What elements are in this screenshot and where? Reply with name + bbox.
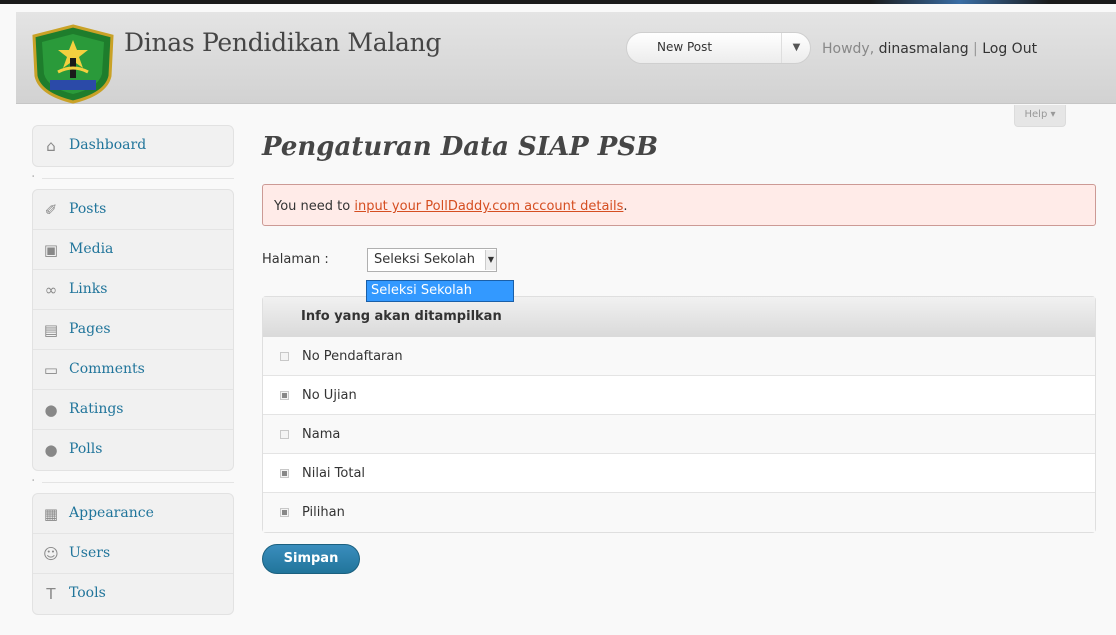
- row-label: No Ujian: [302, 388, 357, 403]
- new-post-button[interactable]: New Post: [657, 40, 712, 54]
- menu-separator[interactable]: [31, 471, 234, 493]
- checkbox-nilai-total[interactable]: [280, 469, 289, 478]
- sidebar-item-links[interactable]: ∞ Links: [33, 270, 233, 310]
- checkbox-no-ujian[interactable]: [280, 391, 289, 400]
- checkbox-pilihan[interactable]: [280, 508, 289, 517]
- row-label: Nama: [302, 427, 341, 442]
- row-label: Pilihan: [302, 505, 345, 520]
- sidebar-item-label: Users: [69, 545, 111, 561]
- comment-icon: ▭: [43, 361, 59, 379]
- polldaddy-notice: You need to input your PollDaddy.com acc…: [262, 184, 1096, 226]
- pushpin-icon: ✐: [44, 201, 58, 219]
- table-row: Nama: [263, 415, 1095, 454]
- halaman-dropdown-option[interactable]: Seleksi Sekolah: [366, 280, 514, 302]
- sidebar-item-posts[interactable]: ✐ Posts: [33, 190, 233, 230]
- chevron-down-icon[interactable]: ▼: [485, 250, 496, 270]
- user-info: Howdy, dinasmalang | Log Out: [822, 41, 1037, 57]
- sidebar-item-label: Dashboard: [69, 137, 147, 153]
- halaman-label: Halaman :: [262, 252, 329, 267]
- circle-icon: ●: [44, 441, 58, 459]
- info-table: Info yang akan ditampilkan No Pendaftara…: [262, 296, 1096, 533]
- pages-icon: ▤: [43, 321, 59, 339]
- sidebar-item-label: Posts: [69, 201, 107, 217]
- table-row: No Pendaftaran: [263, 337, 1095, 376]
- howdy-text: Howdy,: [822, 41, 875, 57]
- sidebar-item-label: Polls: [69, 441, 103, 457]
- top-border: [0, 0, 1116, 10]
- username-link[interactable]: dinasmalang: [879, 41, 969, 57]
- menu-separator[interactable]: [31, 167, 234, 189]
- page-title: Pengaturan Data SIAP PSB: [262, 132, 659, 162]
- simpan-button[interactable]: Simpan: [262, 544, 360, 574]
- sidebar-item-label: Pages: [69, 321, 111, 337]
- home-icon: ⌂: [46, 137, 56, 155]
- appearance-icon: ▦: [43, 505, 59, 523]
- favorite-actions-dropdown[interactable]: New Post ▼: [626, 32, 811, 64]
- row-label: No Pendaftaran: [302, 349, 403, 364]
- sidebar-item-dashboard[interactable]: ⌂ Dashboard: [33, 126, 233, 166]
- sidebar-item-tools[interactable]: T Tools: [33, 574, 233, 614]
- tools-icon: T: [46, 585, 56, 603]
- row-label: Nilai Total: [302, 466, 366, 481]
- polldaddy-account-link[interactable]: input your PollDaddy.com account details: [354, 199, 623, 214]
- sidebar-item-polls[interactable]: ● Polls: [33, 430, 233, 470]
- sidebar-item-label: Media: [69, 241, 114, 257]
- table-header: Info yang akan ditampilkan: [263, 297, 1095, 337]
- halaman-select-value: Seleksi Sekolah: [374, 252, 475, 267]
- notice-text-after: .: [623, 199, 628, 214]
- sidebar-item-label: Appearance: [69, 505, 154, 521]
- checkbox-no-pendaftaran[interactable]: [280, 352, 289, 361]
- notice-text-before: You need to: [274, 199, 355, 214]
- sidebar-item-appearance[interactable]: ▦ Appearance: [33, 494, 233, 534]
- table-header-label: Info yang akan ditampilkan: [301, 309, 502, 324]
- table-row: Pilihan: [263, 493, 1095, 532]
- menu-group-settings: ▦ Appearance ☺ Users T Tools: [32, 493, 234, 615]
- circle-icon: ●: [44, 401, 58, 419]
- user-info-separator: |: [973, 41, 978, 57]
- link-icon: ∞: [44, 281, 58, 299]
- sidebar-item-media[interactable]: ▣ Media: [33, 230, 233, 270]
- site-title[interactable]: Dinas Pendidikan Malang: [124, 28, 441, 57]
- sidebar-item-pages[interactable]: ▤ Pages: [33, 310, 233, 350]
- sidebar-item-label: Links: [69, 281, 108, 297]
- checkbox-nama[interactable]: [280, 430, 289, 439]
- menu-group-content: ✐ Posts ▣ Media ∞ Links ▤ Pages ▭ Commen…: [32, 189, 234, 471]
- sidebar-item-label: Tools: [69, 585, 106, 601]
- sidebar-item-users[interactable]: ☺ Users: [33, 534, 233, 574]
- logout-link[interactable]: Log Out: [982, 41, 1037, 57]
- sidebar-item-label: Ratings: [69, 401, 124, 417]
- malang-logo-icon[interactable]: [30, 24, 116, 104]
- chevron-down-icon[interactable]: ▼: [781, 33, 811, 63]
- sidebar-item-label: Comments: [69, 361, 145, 377]
- halaman-select[interactable]: Seleksi Sekolah ▼: [367, 248, 497, 272]
- admin-sidebar: ⌂ Dashboard ✐ Posts ▣ Media ∞ Links ▤ Pa…: [31, 125, 234, 615]
- users-icon: ☺: [43, 545, 59, 563]
- sidebar-item-ratings[interactable]: ● Ratings: [33, 390, 233, 430]
- menu-group-dashboard: ⌂ Dashboard: [32, 125, 234, 167]
- help-tab[interactable]: Help ▾: [1014, 105, 1066, 127]
- admin-header: Dinas Pendidikan Malang New Post ▼ Howdy…: [16, 12, 1116, 104]
- table-row: Nilai Total: [263, 454, 1095, 493]
- media-icon: ▣: [43, 241, 59, 259]
- table-row: No Ujian: [263, 376, 1095, 415]
- sidebar-item-comments[interactable]: ▭ Comments: [33, 350, 233, 390]
